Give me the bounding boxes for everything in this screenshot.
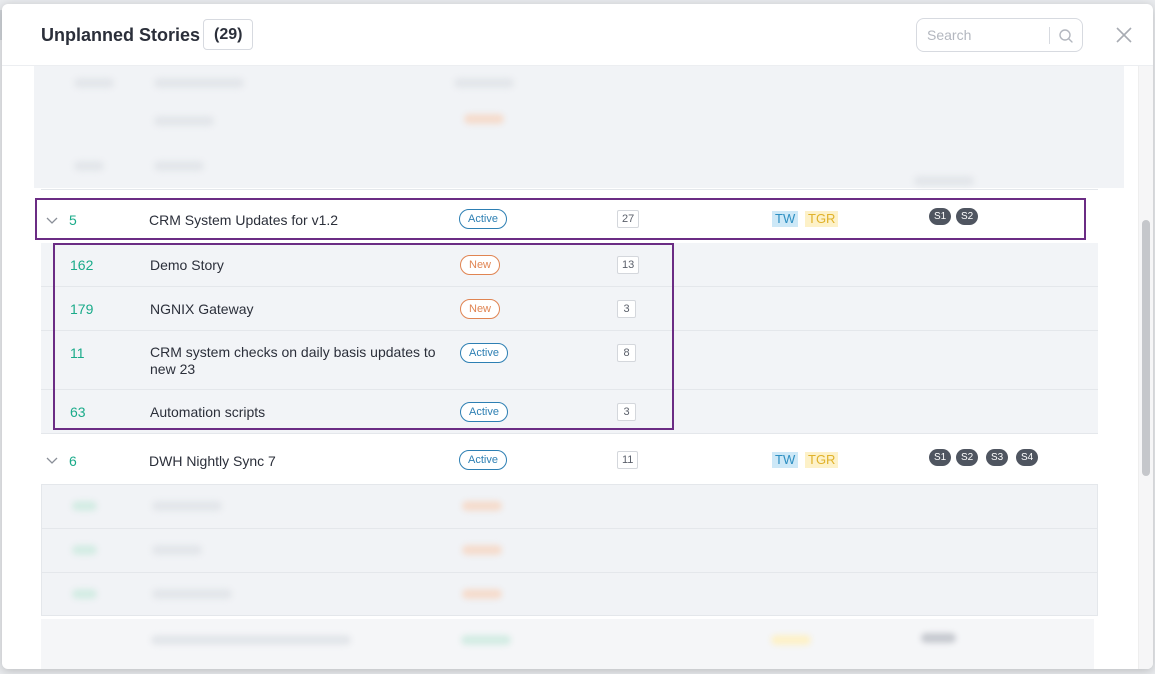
status-badge: New: [460, 299, 501, 319]
story-count-badge: (29): [203, 19, 254, 50]
sprint-badge: S4: [1016, 449, 1039, 466]
sprint-badge: S3: [986, 449, 1009, 466]
story-id[interactable]: 179: [70, 301, 93, 317]
sprint-badge: S2: [956, 208, 979, 225]
blurred-rows-bottom: [41, 619, 1094, 669]
epic-row[interactable]: 6 DWH Nightly Sync 7 Active 11 TW TGR S1…: [41, 438, 1098, 482]
story-row[interactable]: 63 Automation scripts Active 3: [41, 390, 1098, 434]
epic-id[interactable]: 5: [69, 212, 77, 228]
stories-list: 5 CRM System Updates for v1.2 Active 27 …: [2, 66, 1138, 669]
story-name: NGNIX Gateway: [150, 301, 254, 317]
story-id[interactable]: 11: [70, 345, 85, 361]
unplanned-stories-modal: Unplanned Stories (29) Search 5 CRM Syst…: [2, 4, 1153, 669]
epic-row[interactable]: 5 CRM System Updates for v1.2 Active 27 …: [41, 200, 1098, 240]
story-row[interactable]: 179 NGNIX Gateway New 3: [41, 287, 1098, 331]
story-row[interactable]: 11 CRM system checks on daily basis upda…: [41, 331, 1098, 390]
sprint-badge: S1: [929, 208, 952, 225]
status-badge: Active: [459, 209, 507, 229]
chevron-down-icon[interactable]: [45, 453, 59, 467]
scrollbar[interactable]: [1138, 66, 1153, 669]
story-points: 3: [617, 403, 636, 421]
story-points: 11: [617, 451, 639, 469]
chevron-down-icon[interactable]: [45, 213, 59, 227]
close-icon[interactable]: [1114, 25, 1134, 45]
story-id[interactable]: 63: [70, 404, 86, 420]
status-badge: Active: [459, 450, 507, 470]
sprint-badge: S1: [929, 449, 952, 466]
story-points: 13: [617, 256, 640, 274]
modal-title: Unplanned Stories: [41, 25, 201, 45]
row-divider: [41, 189, 1098, 190]
search-input[interactable]: [918, 20, 1046, 50]
epic-id[interactable]: 6: [69, 453, 77, 469]
search-icon[interactable]: [1056, 26, 1076, 46]
status-badge: Active: [460, 343, 508, 363]
sprint-badge: S2: [956, 449, 979, 466]
story-name: Automation scripts: [150, 404, 266, 420]
epic-name: DWH Nightly Sync 7: [149, 453, 276, 469]
search-divider: [1049, 27, 1050, 44]
story-points: 27: [617, 210, 640, 228]
epic-name: CRM System Updates for v1.2: [149, 212, 339, 228]
story-id[interactable]: 162: [70, 257, 93, 273]
search-box[interactable]: [916, 18, 1083, 52]
story-row[interactable]: 162 Demo Story New 13: [41, 243, 1098, 287]
blurred-rows-middle: [41, 484, 1098, 616]
story-points: 8: [617, 344, 636, 362]
team-tag: TW: [772, 211, 799, 227]
scrollbar-thumb[interactable]: [1142, 220, 1150, 476]
story-name: CRM system checks on daily basis updates…: [150, 344, 436, 377]
team-tag: TGR: [805, 211, 839, 227]
status-badge: Active: [460, 402, 508, 422]
story-points: 3: [617, 300, 636, 318]
modal-header: Unplanned Stories (29): [2, 4, 1153, 66]
story-name: Demo Story: [150, 257, 224, 273]
status-badge: New: [460, 255, 501, 275]
team-tag: TGR: [805, 452, 839, 468]
blurred-rows-top: [34, 66, 1124, 188]
team-tag: TW: [772, 452, 799, 468]
